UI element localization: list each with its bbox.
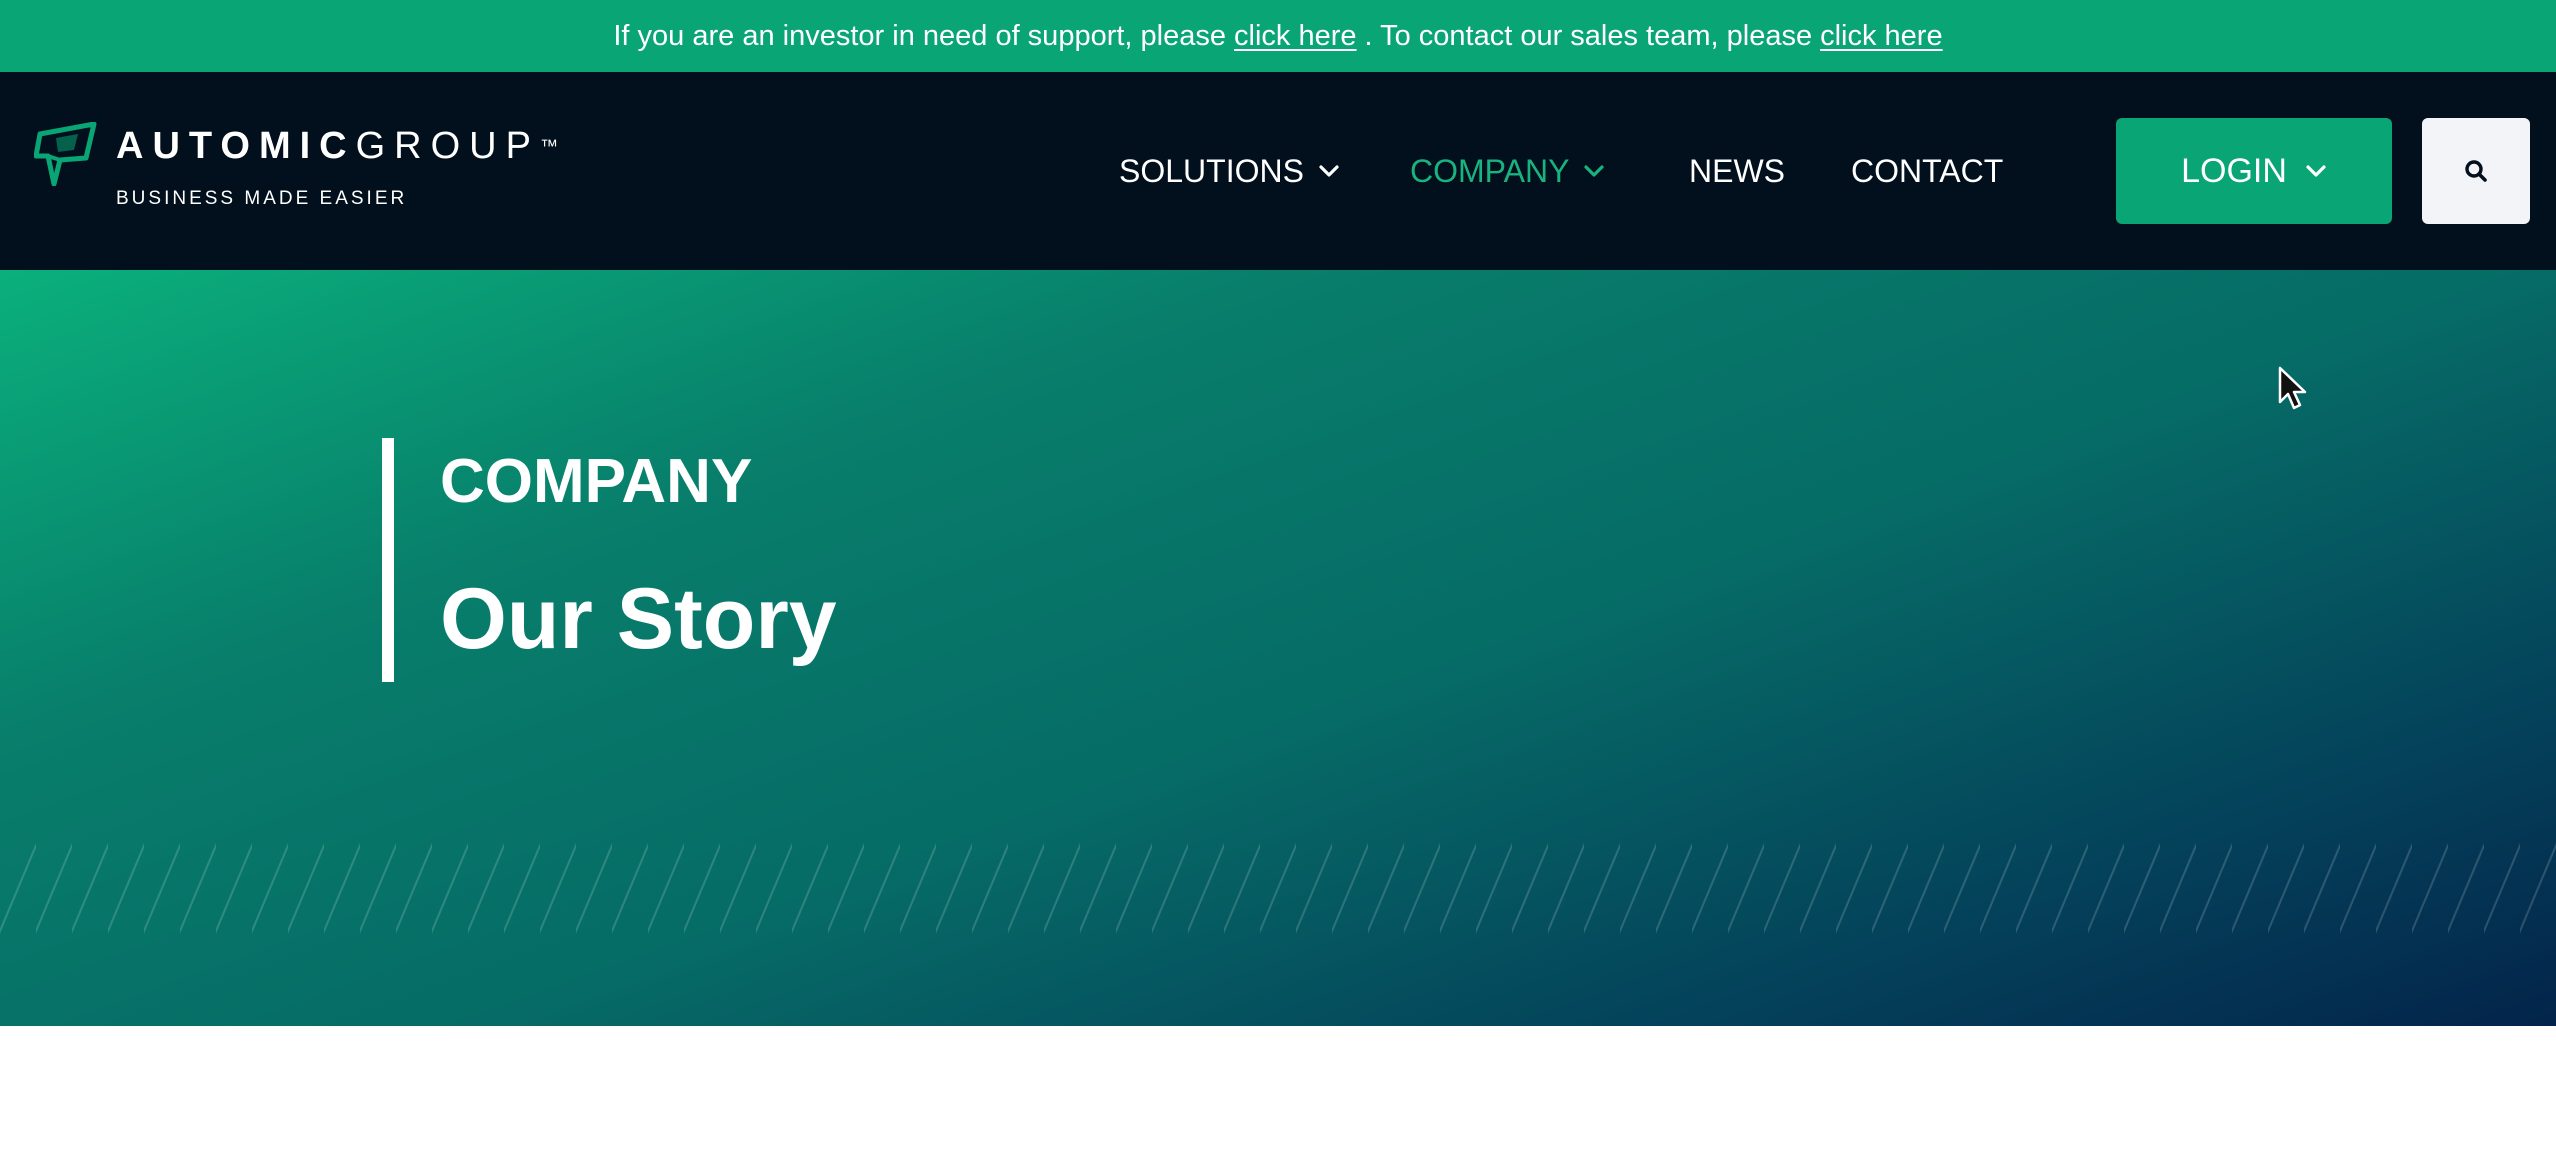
nav-news-label: NEWS: [1689, 152, 1785, 189]
logo-mark-icon: [34, 122, 97, 186]
site-header: AUTOMICGROUP™ BUSINESS MADE EASIER SOLUT…: [0, 72, 2556, 270]
hero-accent-bar: [382, 438, 394, 682]
login-button[interactable]: LOGIN: [2116, 118, 2392, 224]
nav-contact[interactable]: CONTACT: [1851, 72, 2003, 270]
logo-word-group: GROUP: [355, 125, 540, 167]
announcement-bar: If you are an investor in need of suppor…: [0, 0, 2556, 72]
announcement-text-1: If you are an investor in need of suppor…: [613, 19, 1226, 52]
logo-tagline: BUSINESS MADE EASIER: [116, 188, 408, 209]
search-button[interactable]: [2422, 118, 2530, 224]
logo-trademark: ™: [539, 136, 558, 156]
page-content: [0, 1026, 2556, 1174]
login-button-label: LOGIN: [2181, 151, 2287, 190]
logo-word-automic: AUTOMIC: [116, 125, 356, 167]
announcement-text-2: . To contact our sales team, please: [1364, 19, 1813, 52]
hero-eyebrow: COMPANY: [440, 447, 753, 516]
chevron-down-icon: [1319, 165, 1339, 177]
sales-contact-link[interactable]: click here: [1820, 20, 1943, 53]
logo-wordmark: AUTOMICGROUP™: [116, 124, 558, 168]
page-title: Our Story: [440, 571, 837, 667]
hero-diagonal-pattern: [0, 836, 2556, 1026]
nav-news[interactable]: NEWS: [1689, 72, 1785, 270]
mouse-cursor-icon: [2278, 366, 2307, 410]
search-icon: [2465, 160, 2487, 182]
nav-company[interactable]: COMPANY: [1410, 72, 1605, 270]
chevron-down-icon: [1584, 165, 1605, 177]
investor-support-link[interactable]: click here: [1234, 20, 1357, 53]
nav-contact-label: CONTACT: [1851, 152, 2004, 189]
site-logo[interactable]: AUTOMICGROUP™ BUSINESS MADE EASIER: [34, 122, 634, 232]
nav-solutions-label: SOLUTIONS: [1119, 152, 1304, 189]
hero-banner: COMPANY Our Story: [0, 270, 2556, 1026]
nav-solutions[interactable]: SOLUTIONS: [1119, 72, 1340, 270]
chevron-down-icon: [2306, 165, 2326, 177]
nav-company-label: COMPANY: [1410, 152, 1570, 189]
